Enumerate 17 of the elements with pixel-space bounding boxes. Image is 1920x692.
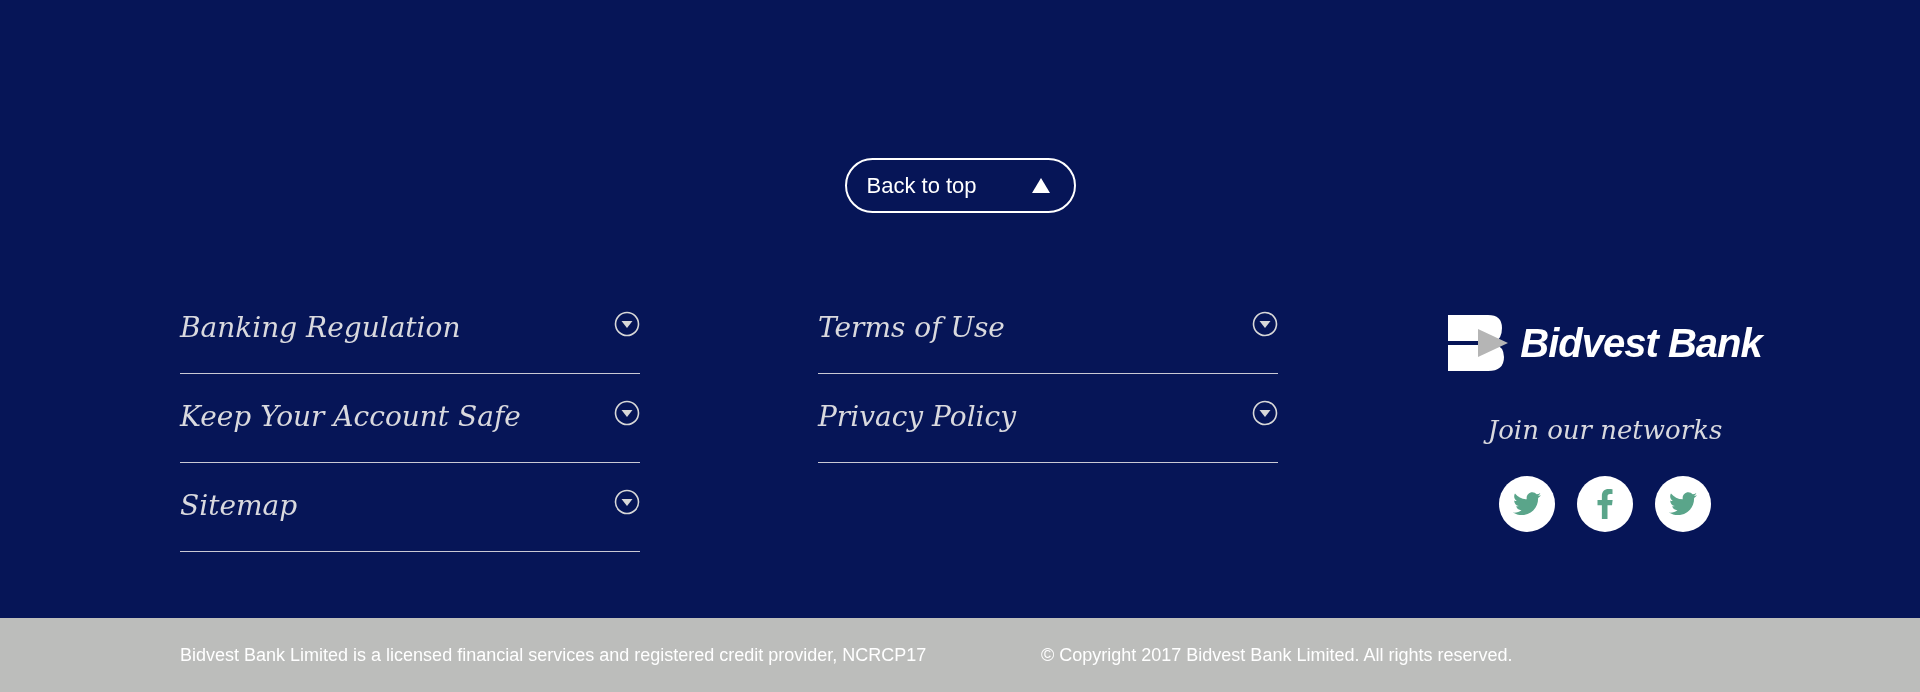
bird-icon (1669, 492, 1697, 516)
accordion-link[interactable]: Banking Regulation (180, 307, 461, 349)
accordion-link[interactable]: Privacy Policy (818, 396, 1017, 438)
back-to-top-button[interactable]: Back to top (844, 158, 1076, 213)
licence-text: Bidvest Bank Limited is a licensed financial services and registered credit provider, NCRCP17 (180, 643, 928, 667)
bird-icon (1513, 492, 1541, 516)
accordion-link[interactable]: Keep Your Account Safe (180, 396, 521, 438)
facebook-icon (1597, 489, 1613, 519)
triangle-up-icon (1031, 178, 1050, 193)
accordion-link[interactable]: Sitemap (180, 485, 298, 527)
social-link[interactable] (1655, 476, 1711, 532)
logo-text: Bidvest Bank (1520, 320, 1762, 367)
social-link[interactable] (1499, 476, 1555, 532)
logo-icon (1448, 315, 1509, 371)
copyright-text: © Copyright 2017 Bidvest Bank Limited. All rights reserved. (1041, 643, 1513, 667)
social-link[interactable] (1577, 476, 1633, 532)
accordion-link[interactable]: Terms of Use (818, 307, 1005, 349)
